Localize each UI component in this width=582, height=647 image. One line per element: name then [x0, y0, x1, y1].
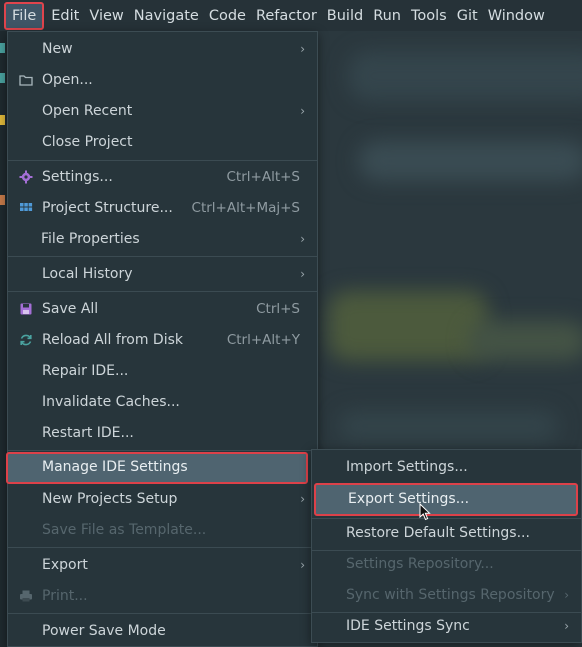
menu-window[interactable]: Window: [483, 2, 550, 30]
grid-icon: [20, 203, 33, 211]
menu-item-label: IDE Settings Sync: [346, 618, 470, 634]
menu-separator: [8, 256, 317, 257]
menu-separator: [8, 613, 317, 614]
shortcut-label: Ctrl+Alt+Maj+S: [191, 200, 300, 216]
menu-item-repair-ide[interactable]: Repair IDE...: [8, 356, 317, 387]
printer-icon: [20, 590, 32, 602]
menu-item-open-recent[interactable]: Open Recent ›: [8, 96, 317, 127]
menu-item-restart-ide[interactable]: Restart IDE...: [8, 418, 317, 449]
menu-item-settings[interactable]: Settings... Ctrl+Alt+S: [8, 162, 317, 193]
menu-item-label: Export: [42, 557, 88, 573]
menu-separator: [8, 450, 317, 451]
shortcut-label: Ctrl+Alt+Y: [226, 332, 300, 348]
menu-file[interactable]: File: [4, 1, 45, 30]
chevron-right-icon: ›: [300, 558, 305, 572]
menu-separator: [8, 291, 317, 292]
refresh-icon: [20, 334, 32, 346]
menu-item-label: Settings Repository...: [346, 556, 494, 572]
menu-refactor[interactable]: Refactor: [251, 2, 322, 30]
menu-item-label: Repair IDE...: [42, 363, 129, 379]
menu-item-label: Restart IDE...: [42, 425, 134, 441]
menu-item-label: Export Settings...: [348, 491, 470, 507]
chevron-right-icon: ›: [564, 588, 569, 602]
menu-git[interactable]: Git: [452, 2, 483, 30]
menu-item-export[interactable]: Export ›: [8, 550, 317, 581]
menu-item-label: Restore Default Settings...: [346, 525, 530, 541]
menu-item-settings-repository: Settings Repository...: [312, 549, 581, 580]
menu-code[interactable]: Code: [204, 2, 251, 30]
folder-icon: [19, 75, 33, 86]
menu-item-file-properties[interactable]: File Properties ›: [8, 224, 317, 255]
menu-item-close-project[interactable]: Close Project: [8, 127, 317, 158]
menu-item-label: Save File as Template...: [42, 522, 207, 538]
menu-item-label: Sync with Settings Repository: [346, 587, 555, 603]
chevron-right-icon: ›: [300, 492, 305, 506]
manage-ide-settings-submenu: Import Settings... Export Settings... Re…: [311, 449, 582, 643]
save-icon: [20, 303, 32, 315]
menu-item-label: Manage IDE Settings: [42, 459, 188, 475]
menu-item-label: Project Structure...: [42, 200, 173, 216]
menu-build[interactable]: Build: [322, 2, 368, 30]
menu-item-invalidate-caches[interactable]: Invalidate Caches...: [8, 387, 317, 418]
tool-icon: [0, 195, 5, 205]
menu-item-import-settings[interactable]: Import Settings...: [312, 452, 581, 483]
menu-item-label: Open Recent: [42, 103, 133, 119]
menu-item-label: Save All: [42, 301, 99, 317]
menu-item-label: Invalidate Caches...: [42, 394, 180, 410]
menu-item-label: Local History: [42, 266, 133, 282]
tool-icon: [0, 43, 5, 53]
menu-item-label: New Projects Setup: [42, 491, 178, 507]
menu-tools[interactable]: Tools: [406, 2, 452, 30]
chevron-right-icon: ›: [300, 232, 305, 246]
chevron-right-icon: ›: [564, 619, 569, 633]
menu-edit[interactable]: Edit: [46, 2, 84, 30]
chevron-right-icon: ›: [300, 104, 305, 118]
menu-item-label: Reload All from Disk: [42, 332, 183, 348]
menu-item-print: Print...: [8, 581, 317, 612]
shortcut-label: Ctrl+Alt+S: [226, 169, 301, 185]
mouse-cursor-icon: [419, 503, 431, 521]
menu-separator: [8, 160, 317, 161]
chevron-right-icon: ›: [300, 42, 305, 56]
gear-icon: [19, 170, 33, 184]
menu-item-label: Power Save Mode: [42, 623, 166, 639]
menu-item-new[interactable]: New ›: [8, 34, 317, 65]
menu-item-open[interactable]: Open...: [8, 65, 317, 96]
menu-item-export-settings[interactable]: Export Settings...: [314, 483, 578, 516]
menu-item-new-projects-setup[interactable]: New Projects Setup ›: [8, 484, 317, 515]
menu-item-project-structure[interactable]: Project Structure... Ctrl+Alt+Maj+S: [8, 193, 317, 224]
chevron-right-icon: ›: [300, 267, 305, 281]
menu-item-label: New: [42, 41, 73, 57]
menu-item-restore-default-settings[interactable]: Restore Default Settings...: [312, 518, 581, 549]
menu-item-save-all[interactable]: Save All Ctrl+S: [8, 294, 317, 325]
menu-item-label: Print...: [42, 588, 88, 604]
menu-navigate[interactable]: Navigate: [129, 2, 204, 30]
menu-separator: [8, 547, 317, 548]
shortcut-label: Ctrl+S: [256, 301, 300, 317]
file-menu: New › Open... Open Recent › Close Projec…: [6, 31, 318, 647]
menu-view[interactable]: View: [84, 2, 128, 30]
menu-item-power-save-mode[interactable]: Power Save Mode: [8, 616, 317, 647]
menu-item-label: Import Settings...: [346, 459, 468, 475]
menu-item-label: Settings...: [42, 169, 113, 185]
tool-icon: [0, 115, 5, 125]
menu-bar: File Edit View Navigate Code Refactor Bu…: [0, 0, 582, 31]
menu-item-label: File Properties: [41, 231, 140, 247]
menu-item-reload-all[interactable]: Reload All from Disk Ctrl+Alt+Y: [8, 325, 317, 356]
menu-item-ide-settings-sync[interactable]: IDE Settings Sync ›: [312, 611, 581, 642]
menu-item-save-file-as-template: Save File as Template...: [8, 515, 317, 546]
menu-item-manage-ide-settings[interactable]: Manage IDE Settings: [6, 452, 308, 484]
menu-item-label: Open...: [42, 72, 93, 88]
menu-item-label: Close Project: [42, 134, 133, 150]
menu-run[interactable]: Run: [368, 2, 406, 30]
tool-icon: [0, 73, 5, 83]
menu-item-sync-settings-repository: Sync with Settings Repository ›: [312, 580, 581, 611]
menu-item-local-history[interactable]: Local History ›: [8, 259, 317, 290]
